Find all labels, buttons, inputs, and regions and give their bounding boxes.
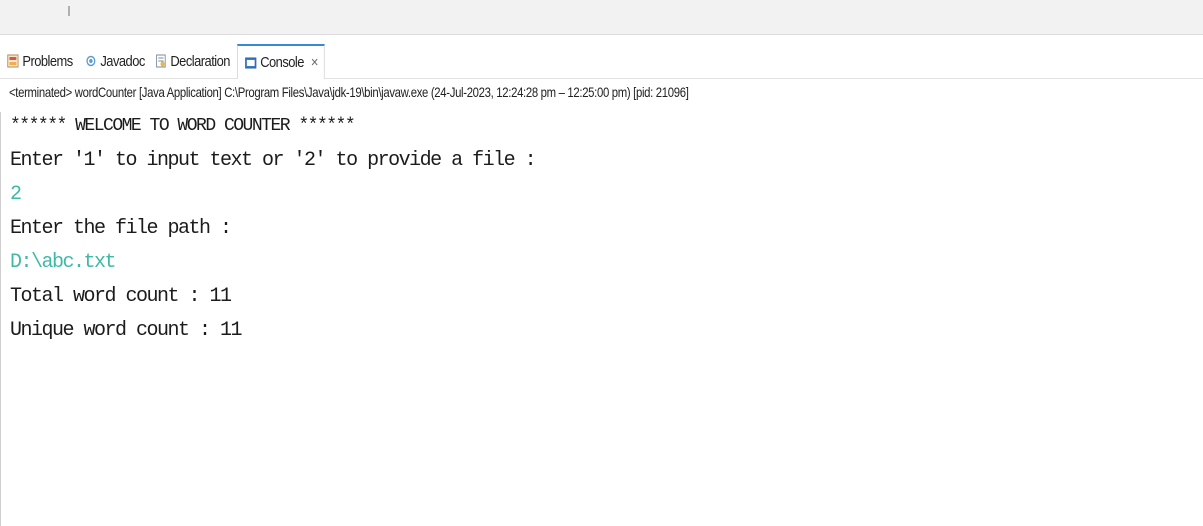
tab-console[interactable]: Console × <box>236 44 325 79</box>
tab-javadoc-label: Javadoc <box>99 52 145 70</box>
declaration-icon <box>156 54 166 68</box>
view-menu-handle-icon[interactable] <box>66 6 72 16</box>
console-line-total-count: Total word count : 11 <box>10 285 232 308</box>
console-line-unique-count: Unique word count : 11 <box>10 319 243 342</box>
console-line-user-input-path: D:\abc.txt <box>10 251 117 274</box>
tab-problems[interactable]: Problems <box>0 44 79 78</box>
close-icon[interactable]: × <box>310 54 318 71</box>
tab-problems-label: Problems <box>22 52 73 70</box>
console-line-file-prompt: Enter the file path : <box>10 217 232 240</box>
console-output[interactable]: ****** WELCOME TO WORD COUNTER ****** En… <box>10 112 1203 526</box>
view-tab-bar: Problems Javadoc Declaration Console × <box>0 44 1203 79</box>
console-icon <box>244 57 256 68</box>
javadoc-icon <box>85 55 95 67</box>
tab-declaration-label: Declaration <box>170 52 231 70</box>
console-line-user-input-choice: 2 <box>10 183 22 206</box>
tab-declaration[interactable]: Declaration <box>148 44 236 78</box>
tab-javadoc[interactable]: Javadoc <box>78 44 151 78</box>
console-line-welcome: ****** WELCOME TO WORD COUNTER ****** <box>10 116 356 136</box>
problems-icon <box>7 54 19 68</box>
console-status-line: <terminated> wordCounter [Java Applicati… <box>9 84 689 100</box>
console-border <box>0 112 1 526</box>
tab-console-label: Console <box>259 54 304 71</box>
toolbar-area <box>0 0 1203 35</box>
console-line-prompt: Enter '1' to input text or '2' to provid… <box>10 149 537 172</box>
